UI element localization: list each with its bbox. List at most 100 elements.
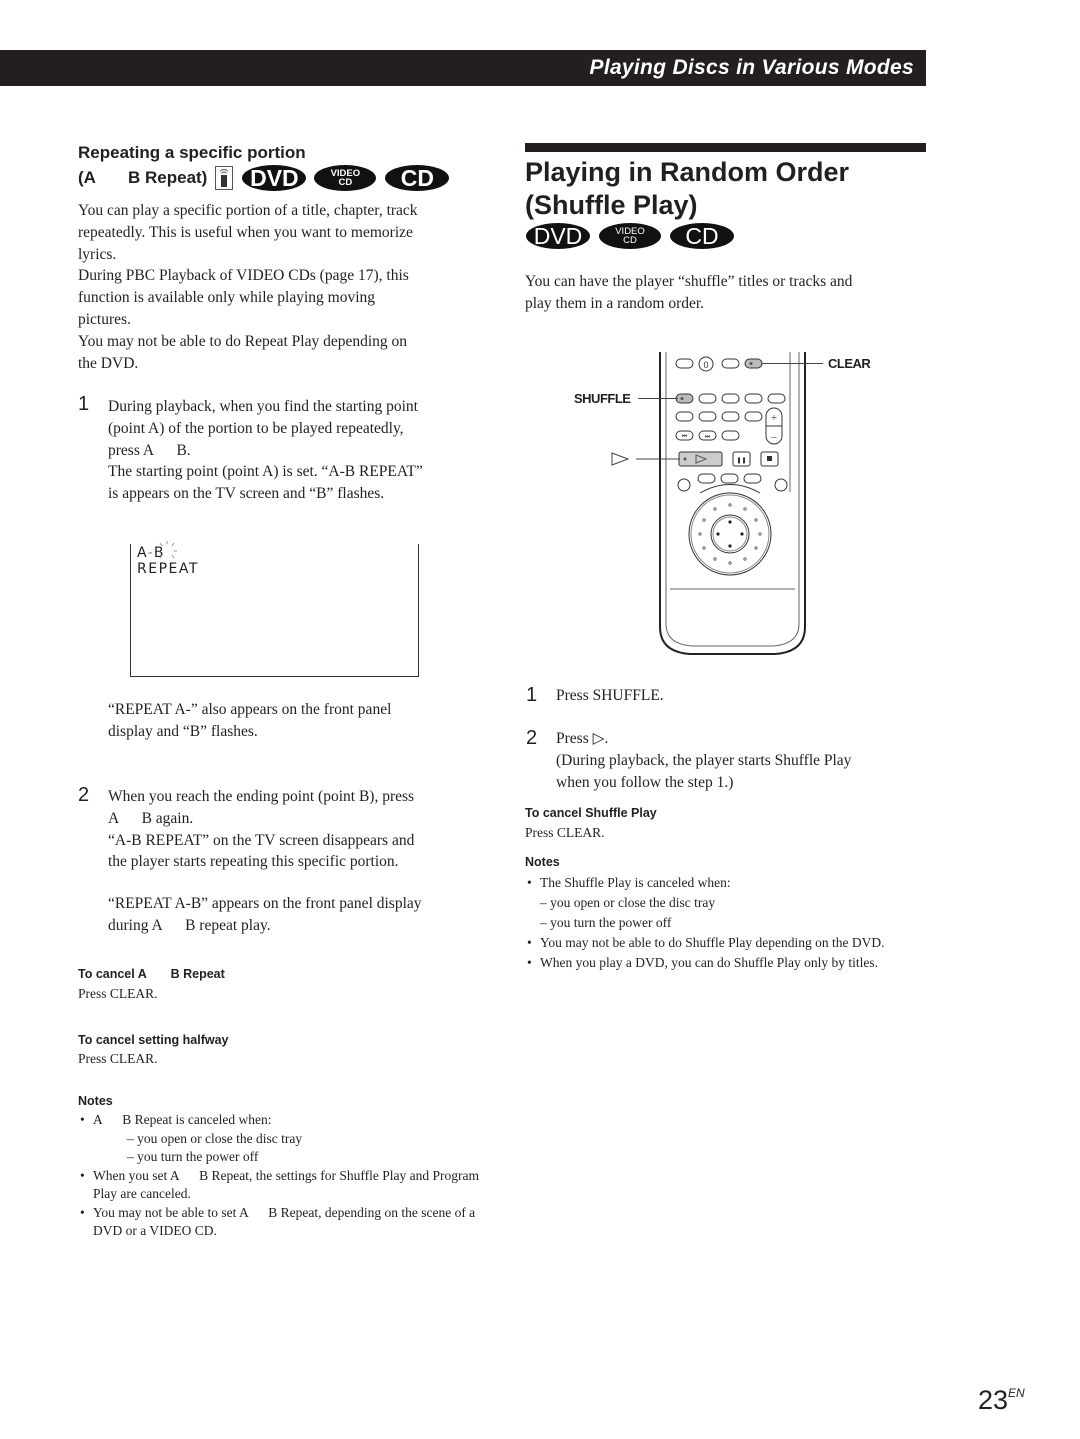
svg-text:–: –	[770, 431, 777, 443]
note-item: When you play a DVD, you can do Shuffle …	[525, 953, 910, 973]
shuffle-callout-label: SHUFFLE	[574, 391, 631, 406]
note-text: When you set A B Repeat, the settings fo…	[93, 1167, 483, 1202]
intro-line: repeatedly. This is useful when you want…	[78, 223, 413, 241]
cd-badge-label: CD	[685, 222, 719, 249]
section-heading-line2: (Shuffle Play)	[525, 190, 698, 220]
step-line: During playback, when you find the start…	[108, 398, 418, 415]
step-line: (During playback, the player starts Shuf…	[556, 751, 852, 769]
cd-badge: CD	[670, 223, 734, 249]
step-line: when you follow the step 1.)	[556, 773, 734, 791]
step-line: “REPEAT A-B” appears on the front panel …	[108, 895, 422, 912]
shuffle-step-2-text: Press ▷. (During playback, the player st…	[556, 728, 926, 793]
note-item: The Shuffle Play is canceled when: – you…	[525, 873, 910, 933]
note-item: You may not be able to set A B Repeat, d…	[78, 1204, 483, 1241]
note-item: You may not be able to do Shuffle Play d…	[525, 933, 910, 953]
notes-heading: Notes	[525, 855, 560, 869]
page-number-value: 23	[978, 1385, 1009, 1415]
dvd-badge: DVD	[526, 223, 590, 249]
cancel-halfway-heading: To cancel setting halfway	[78, 1033, 229, 1047]
subsection-heading-line2: (A B Repeat) DVD VIDEO CD CD	[78, 165, 450, 191]
page-number: 23EN	[978, 1385, 1025, 1416]
svg-text:⏭: ⏭	[705, 434, 711, 440]
notes-list: The Shuffle Play is canceled when: – you…	[525, 873, 910, 973]
section-title: Playing Discs in Various Modes	[589, 56, 914, 79]
dvd-badge-label: DVD	[533, 222, 583, 249]
tv-screen-illustration: A-B REPEAT	[130, 541, 419, 677]
intro-line: You can have the player “shuffle” titles…	[525, 273, 853, 290]
note-subitem: – you open or close the disc tray	[540, 895, 716, 910]
dvd-badge-label: DVD	[250, 165, 299, 191]
notes-list: A B Repeat is canceled when: – you open …	[78, 1111, 483, 1241]
tv-osd-line2: REPEAT	[137, 561, 199, 577]
shuffle-intro: You can have the player “shuffle” titles…	[525, 271, 925, 315]
clear-callout-label: CLEAR	[828, 356, 871, 371]
note-item: A B Repeat is canceled when: – you open …	[78, 1111, 483, 1167]
osd-a: A	[137, 545, 148, 561]
step-line: during A B repeat play.	[108, 916, 271, 934]
intro-line: play them in a random order.	[525, 294, 705, 312]
clear-key	[744, 358, 763, 369]
dvd-badge: DVD	[242, 165, 307, 191]
step-line: The starting point (point A) is set. “A-…	[108, 463, 423, 481]
step-2-after-text: “REPEAT A-B” appears on the front panel …	[108, 893, 488, 937]
section-header-band: Playing Discs in Various Modes	[0, 50, 926, 86]
intro-line: lyrics.	[78, 245, 117, 263]
step-line: “REPEAT A-” also appears on the front pa…	[108, 701, 392, 718]
video-cd-badge: VIDEO CD	[599, 223, 661, 249]
section-heading-line1: Playing in Random Order	[525, 157, 850, 187]
page-number-suffix: EN	[1008, 1386, 1025, 1400]
cd-badge-label: CD	[400, 165, 434, 191]
note-text: The Shuffle Play is canceled when:	[540, 875, 731, 890]
note-item: When you set A B Repeat, the settings fo…	[78, 1167, 483, 1204]
tv-osd-line1: A-B	[137, 541, 177, 561]
subsection-heading-line1: Repeating a specific portion	[78, 143, 306, 162]
shuffle-step-1-text: Press SHUFFLE.	[556, 687, 664, 704]
step-line: display and “B” flashes.	[108, 722, 258, 740]
note-text: You may not be able to set A B Repeat, d…	[93, 1204, 479, 1239]
cancel-halfway-text: Press CLEAR.	[78, 1051, 158, 1066]
note-text: When you play a DVD, you can do Shuffle …	[540, 955, 878, 970]
step-line: press A B.	[108, 441, 191, 459]
flash-rays-icon	[157, 541, 177, 559]
note-text: You may not be able to do Shuffle Play d…	[540, 935, 885, 950]
svg-text:❚❚: ❚❚	[736, 457, 746, 464]
zero-key-label: 0	[703, 360, 708, 370]
step-number-1: 1	[526, 684, 538, 706]
ab-label-b: B Repeat)	[128, 168, 208, 187]
step-1-text: During playback, when you find the start…	[108, 396, 488, 505]
note-subitem: – you open or close the disc tray	[127, 1130, 303, 1146]
cancel-ab-text: Press CLEAR.	[78, 986, 158, 1001]
intro-paragraph: You can play a specific portion of a tit…	[78, 200, 488, 374]
step-number-2: 2	[526, 727, 538, 749]
section-rule	[525, 143, 926, 152]
remote-illustration: 0 + – ⏮ ⏭ ❚❚ CLEAR SHUFFLE	[560, 352, 900, 662]
step-line: A B again.	[108, 809, 194, 827]
step-line: Press ▷.	[556, 730, 609, 747]
step-line: “A-B REPEAT” on the TV screen disappears…	[108, 831, 415, 849]
notes-heading: Notes	[78, 1094, 113, 1108]
svg-text:⏮: ⏮	[682, 434, 688, 440]
subsection-heading: Repeating a specific portion	[78, 141, 306, 165]
ab-label-a: (A	[78, 168, 96, 187]
step-line: is appears on the TV screen and “B” flas…	[108, 485, 385, 503]
step-1-after-text: “REPEAT A-” also appears on the front pa…	[108, 699, 488, 743]
video-cd-badge-bottom: CD	[338, 177, 353, 188]
step-line: (point A) of the portion to be played re…	[108, 419, 404, 437]
section-heading: Playing in Random Order (Shuffle Play)	[525, 156, 849, 222]
step-2-text: When you reach the ending point (point B…	[108, 786, 488, 873]
intro-line: function is available only while playing…	[78, 289, 376, 307]
note-subitem: – you turn the power off	[127, 1149, 259, 1164]
intro-line: the DVD.	[78, 354, 139, 372]
svg-text:+: +	[771, 412, 777, 424]
cancel-shuffle-heading: To cancel Shuffle Play	[525, 806, 657, 820]
video-cd-badge-bottom: CD	[623, 235, 637, 246]
video-cd-badge: VIDEO CD	[314, 165, 377, 191]
step-number-1: 1	[78, 393, 90, 415]
cd-badge: CD	[385, 165, 450, 191]
intro-line: You can play a specific portion of a tit…	[78, 202, 418, 219]
step-line: the player starts repeating this specifi…	[108, 853, 399, 871]
step-line: When you reach the ending point (point B…	[108, 788, 415, 805]
cancel-shuffle-text: Press CLEAR.	[525, 825, 605, 840]
remote-icon	[215, 166, 234, 190]
intro-line: During PBC Playback of VIDEO CDs (page 1…	[78, 267, 409, 285]
